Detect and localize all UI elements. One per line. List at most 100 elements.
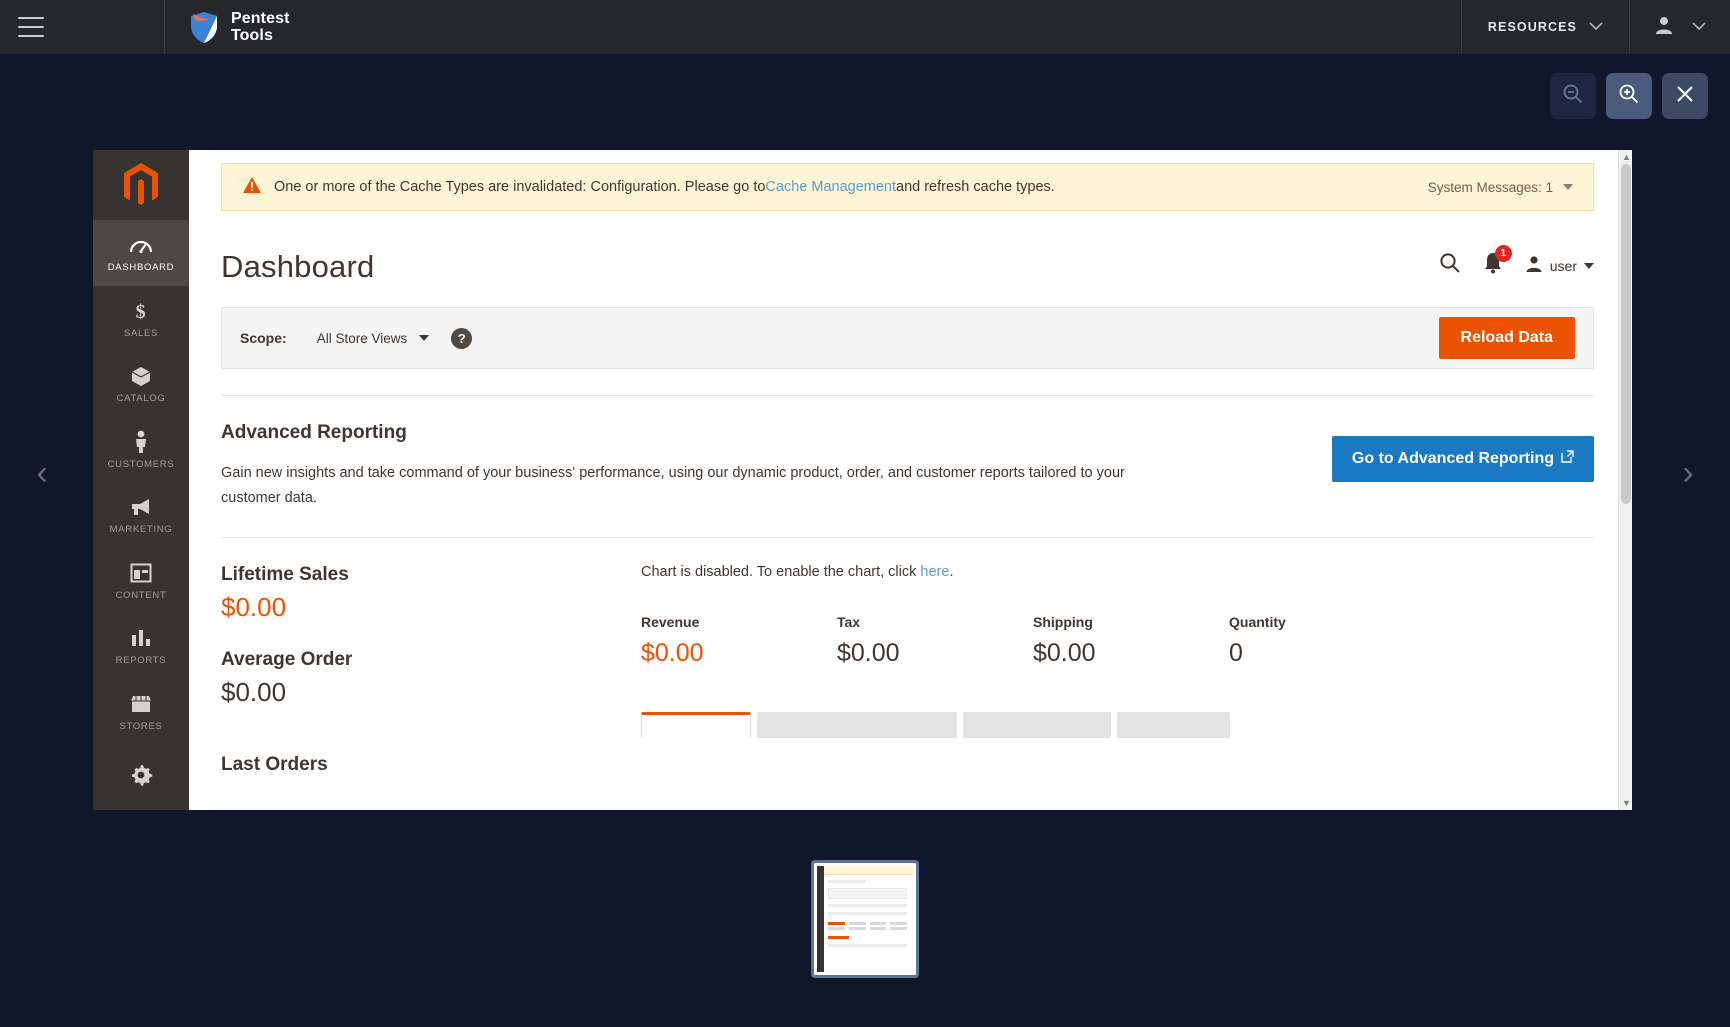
banner-text-before: One or more of the Cache Types are inval… <box>274 179 766 195</box>
sidebar-item-marketing[interactable]: MARKETING <box>93 482 189 548</box>
cache-management-link[interactable]: Cache Management <box>765 179 896 195</box>
metric-label: Revenue <box>641 614 700 630</box>
app-header-bar: Pentest Tools RESOURCES <box>0 0 1730 54</box>
stat-label: Lifetime Sales <box>221 564 349 585</box>
stat-value: $0.00 <box>221 677 287 707</box>
chevron-down-icon <box>1584 262 1594 269</box>
advanced-reporting-body: Gain new insights and take command of yo… <box>221 465 1125 506</box>
stat-value: $0.00 <box>221 592 287 622</box>
stat-label: Average Order <box>221 649 353 670</box>
app-header-left <box>0 0 165 54</box>
thumbnail-preview <box>817 865 913 972</box>
thumbnail-line <box>828 943 907 947</box>
header-spacer <box>290 0 1461 54</box>
scrollbar-thumb[interactable] <box>1621 164 1631 504</box>
thumbnail-box <box>828 887 907 899</box>
system-messages-toggle[interactable]: System Messages: 1 <box>1428 180 1573 195</box>
scope-selector[interactable]: All Store Views <box>317 331 430 346</box>
sidebar-label: SALES <box>123 327 159 339</box>
sidebar-item-dashboard[interactable]: DASHBOARD <box>93 220 189 286</box>
previous-screenshot-button[interactable]: ‹ <box>22 455 62 495</box>
resources-label: RESOURCES <box>1487 20 1577 34</box>
stat-average-order: Average Order $0.00 <box>221 649 641 708</box>
sidebar-item-system[interactable] <box>93 744 189 810</box>
bar-chart-icon <box>129 626 153 650</box>
thumbnail-line <box>828 879 867 883</box>
go-to-advanced-reporting-button[interactable]: Go to Advanced Reporting <box>1331 436 1594 482</box>
thumbnail-line <box>828 903 907 907</box>
brand-line-2: Tools <box>231 27 273 44</box>
content-scrollbar[interactable]: ▲ ▼ <box>1618 150 1632 810</box>
chevron-down-icon <box>419 335 430 341</box>
chart-disabled-text-before: Chart is disabled. To enable the chart, … <box>641 564 921 580</box>
gear-icon <box>129 763 153 787</box>
user-avatar-icon <box>1525 255 1543 276</box>
tab-customers[interactable] <box>1117 712 1230 738</box>
thumbnail-item[interactable] <box>811 859 919 978</box>
metric-label: Shipping <box>1033 614 1093 630</box>
hamburger-icon[interactable] <box>18 17 44 37</box>
enable-chart-link[interactable]: here <box>920 564 949 580</box>
metric-tax: Tax $0.00 <box>837 614 1033 668</box>
dashboard-tab-strip <box>641 712 1594 738</box>
metric-label: Quantity <box>1229 614 1286 630</box>
box-icon <box>129 364 153 388</box>
tab-new-customers[interactable] <box>963 712 1111 738</box>
brand-logo-area[interactable]: Pentest Tools <box>165 0 290 54</box>
lifetime-stats-column: Lifetime Sales $0.00 Average Order $0.00… <box>221 564 641 776</box>
screenshot-thumbnail-strip <box>0 810 1730 1027</box>
notification-count-badge: 1 <box>1494 245 1512 262</box>
chart-disabled-text-after: . <box>949 564 954 580</box>
user-menu[interactable] <box>1629 0 1730 54</box>
metric-label: Tax <box>837 614 861 630</box>
close-viewer-button[interactable] <box>1662 73 1708 119</box>
sidebar-label: CATALOG <box>116 393 166 405</box>
sidebar-label: MARKETING <box>109 524 173 536</box>
next-screenshot-button[interactable]: › <box>1668 455 1708 495</box>
resources-menu[interactable]: RESOURCES <box>1460 0 1629 54</box>
metric-shipping: Shipping $0.00 <box>1033 614 1229 668</box>
sidebar-item-customers[interactable]: CUSTOMERS <box>93 417 189 483</box>
admin-user-menu[interactable]: user <box>1525 255 1594 276</box>
sidebar-item-stores[interactable]: STORES <box>93 679 189 745</box>
brand-name: Pentest Tools <box>231 10 290 44</box>
advanced-reporting-heading: Advanced Reporting <box>221 422 407 443</box>
screenshot-viewer-toolbar <box>0 54 1730 138</box>
admin-user-name: user <box>1549 257 1577 274</box>
sidebar-item-catalog[interactable]: CATALOG <box>93 351 189 417</box>
thumbnail-line <box>828 911 907 915</box>
external-link-icon <box>1561 450 1574 468</box>
sidebar-label: STORES <box>119 720 163 732</box>
thumbnail-metrics <box>828 921 907 930</box>
sidebar-item-content[interactable]: CONTENT <box>93 548 189 614</box>
header-actions: 1 user <box>1439 245 1594 285</box>
scope-bar: Scope: All Store Views ? Reload Data <box>221 307 1594 369</box>
thumbnail-banner <box>817 865 913 875</box>
scroll-up-arrow[interactable]: ▲ <box>1622 152 1631 162</box>
metric-quantity: Quantity 0 <box>1229 614 1425 668</box>
reload-data-button[interactable]: Reload Data <box>1438 317 1575 359</box>
zoom-in-button[interactable] <box>1606 73 1652 119</box>
search-icon[interactable] <box>1439 252 1461 279</box>
advanced-reporting-section: Advanced Reporting Gain new insights and… <box>189 396 1632 511</box>
metric-revenue: Revenue $0.00 <box>641 614 837 668</box>
layout-icon <box>129 561 153 585</box>
metric-value: $0.00 <box>641 639 704 667</box>
user-avatar-icon <box>1654 15 1674 40</box>
magento-main-content: One or more of the Cache Types are inval… <box>189 150 1632 810</box>
sidebar-label: REPORTS <box>115 655 167 667</box>
tab-most-viewed-products[interactable] <box>757 712 957 738</box>
close-icon <box>1675 84 1695 109</box>
sidebar-item-sales[interactable]: $ SALES <box>93 286 189 352</box>
magento-sidebar: DASHBOARD $ SALES CATALOG CUSTOMERS MARK… <box>93 150 189 810</box>
help-icon[interactable]: ? <box>451 327 473 349</box>
tab-bestsellers[interactable] <box>641 712 751 738</box>
notifications-button[interactable]: 1 <box>1483 245 1512 279</box>
magento-logo-icon[interactable] <box>93 150 189 220</box>
sidebar-item-reports[interactable]: REPORTS <box>93 613 189 679</box>
zoom-out-button[interactable] <box>1550 73 1596 119</box>
advanced-reporting-button-label: Go to Advanced Reporting <box>1351 450 1554 467</box>
metric-value: $0.00 <box>837 639 900 667</box>
bell-icon <box>1483 253 1503 278</box>
scroll-down-arrow[interactable]: ▼ <box>1622 798 1631 808</box>
